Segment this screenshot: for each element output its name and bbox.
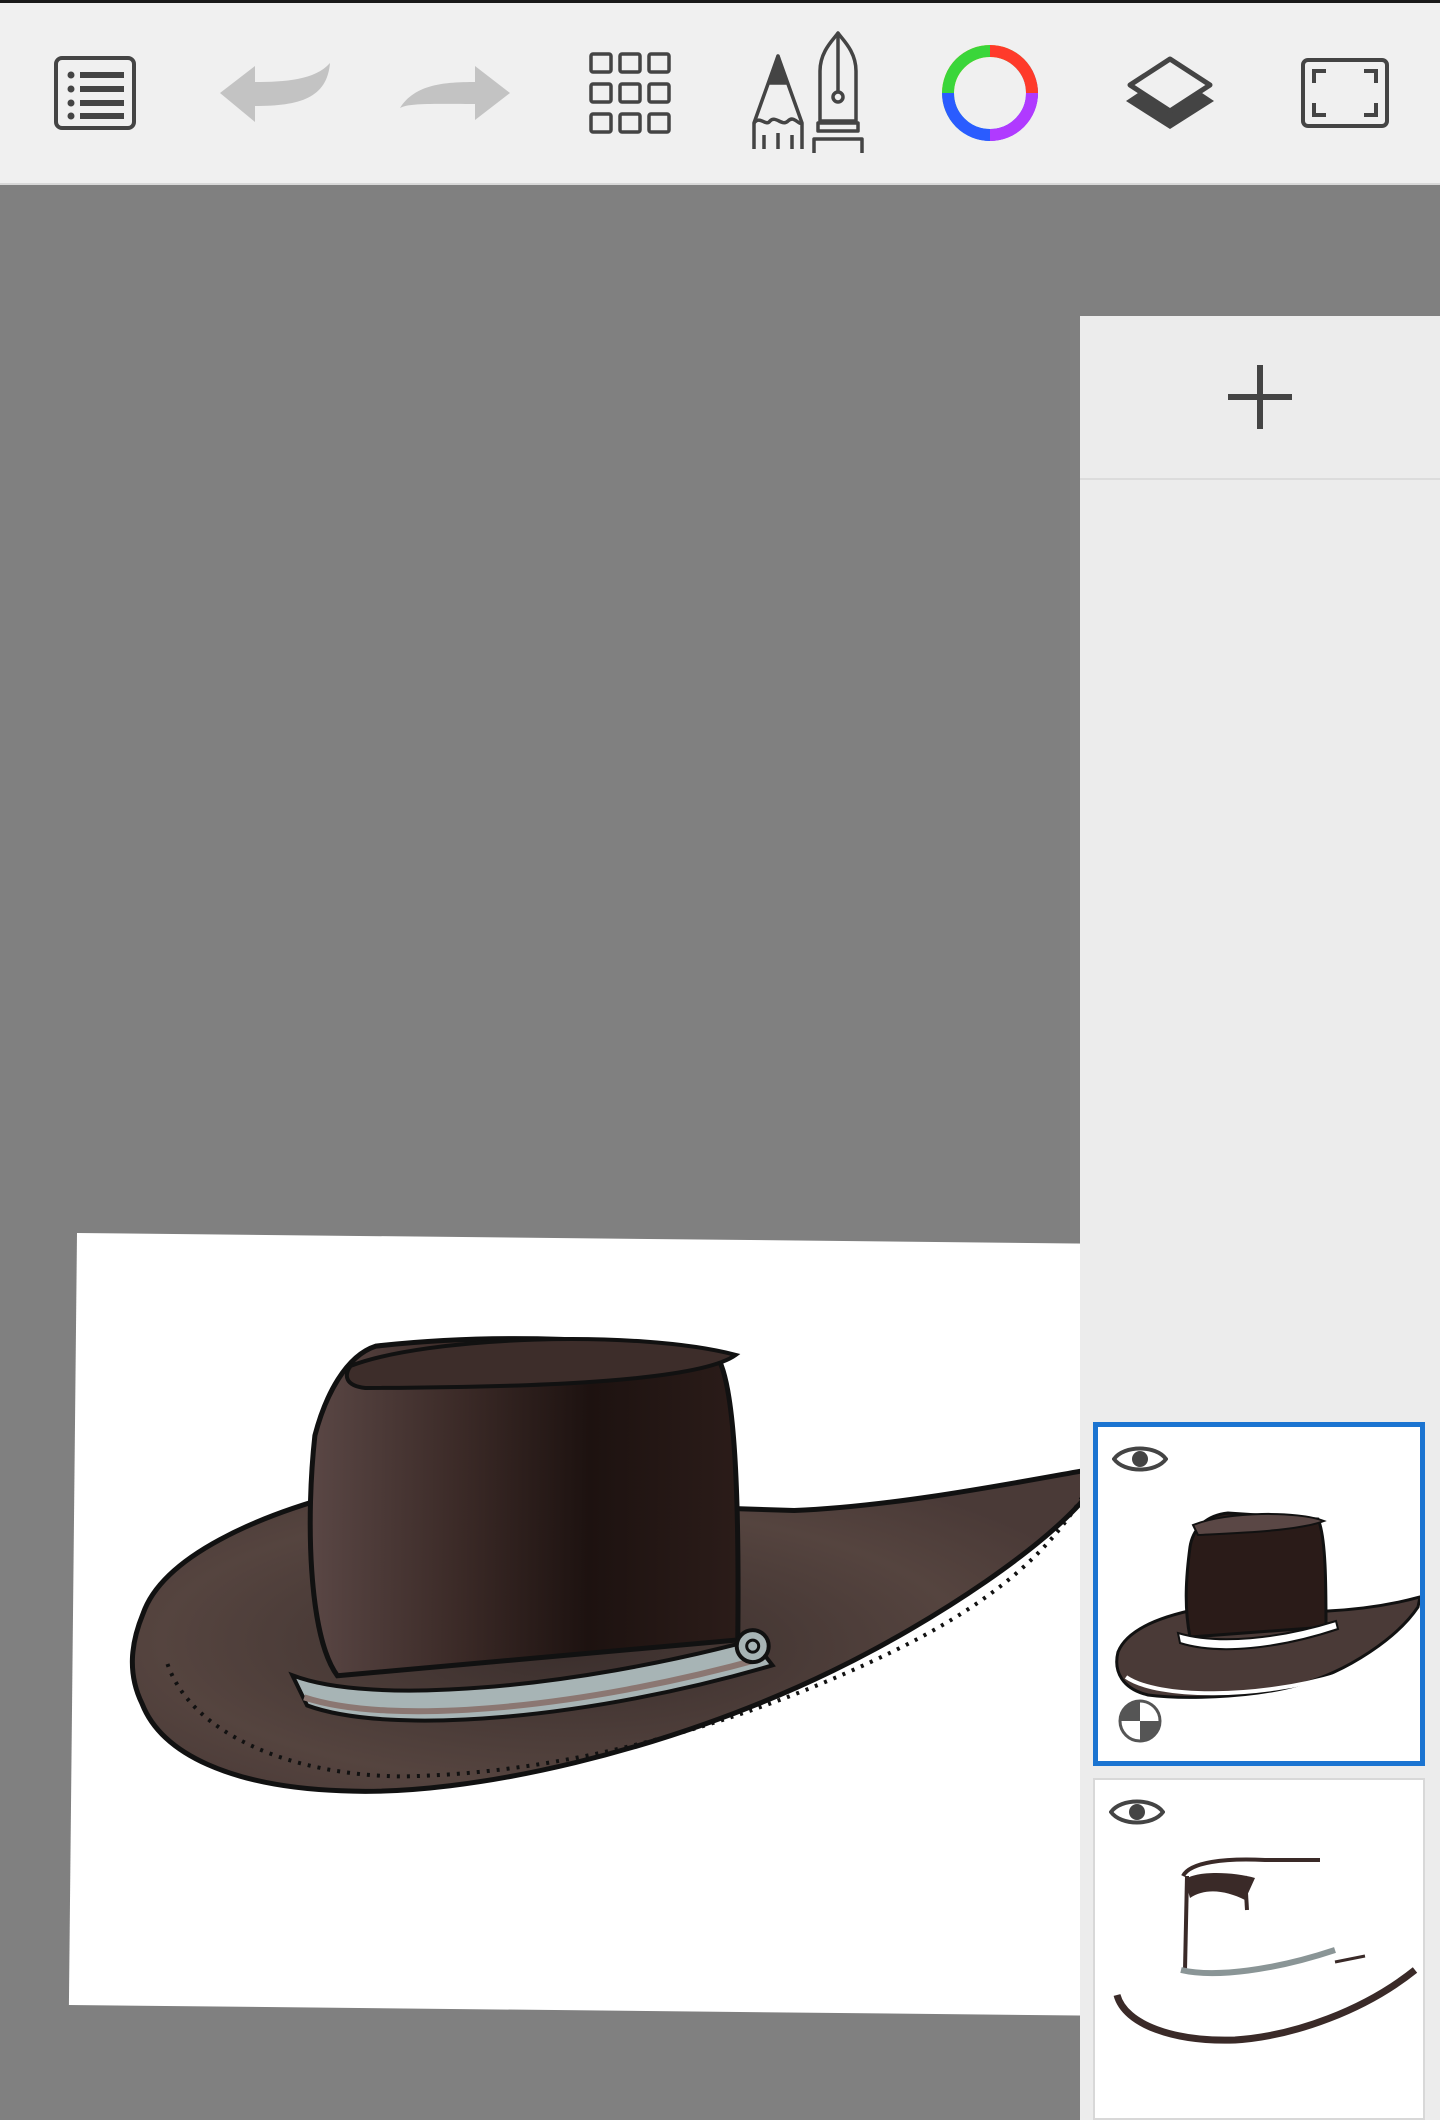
redo-icon <box>400 66 510 120</box>
add-layer-button[interactable] <box>1080 316 1440 480</box>
gallery-button[interactable] <box>580 3 680 183</box>
checker-icon[interactable] <box>1118 1699 1162 1743</box>
eye-icon[interactable] <box>1109 1794 1165 1830</box>
fullscreen-icon <box>1301 58 1389 128</box>
redo-button[interactable] <box>385 3 525 183</box>
toolbar <box>0 3 1440 185</box>
brush-tools-button[interactable] <box>740 3 880 183</box>
cowboy-hat-drawing <box>129 1336 1099 1794</box>
layers-icon <box>1126 56 1214 129</box>
color-wheel-icon <box>942 45 1038 141</box>
menu-button[interactable] <box>40 3 150 183</box>
undo-button[interactable] <box>205 3 345 183</box>
menu-list-icon <box>54 56 136 130</box>
color-picker-button[interactable] <box>930 3 1050 183</box>
layer-thumbnail <box>1113 1857 1418 2044</box>
brush-pen-tools-icon <box>752 31 864 153</box>
layers-panel <box>1080 316 1440 2120</box>
layer-hat-colored[interactable] <box>1093 1422 1425 1766</box>
fullscreen-button[interactable] <box>1290 3 1400 183</box>
layer-hat-sketch[interactable] <box>1093 1778 1425 2120</box>
layers-button[interactable] <box>1110 3 1230 183</box>
eye-icon[interactable] <box>1112 1441 1168 1477</box>
artwork-paper[interactable] <box>68 1233 1099 2016</box>
grid-gallery-icon <box>589 52 671 134</box>
undo-icon <box>220 63 330 122</box>
plus-icon <box>1228 365 1292 429</box>
